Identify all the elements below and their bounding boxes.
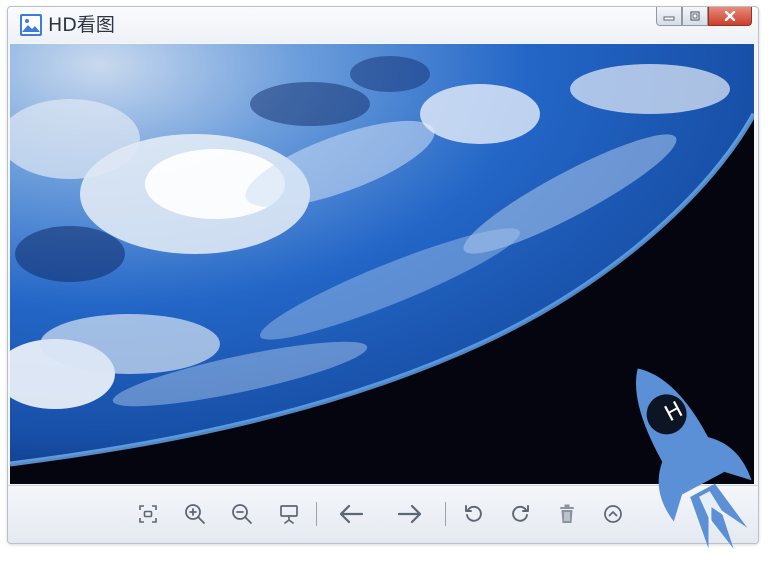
- restore-button[interactable]: [682, 7, 708, 26]
- fit-screen-button[interactable]: [134, 500, 162, 528]
- rotate-left-button[interactable]: [460, 500, 488, 528]
- close-button[interactable]: [708, 7, 752, 26]
- arrow-right-icon: [397, 504, 422, 524]
- rotate-right-icon: [512, 505, 529, 522]
- rotate-right-button[interactable]: [506, 500, 534, 528]
- image-app-icon: [20, 14, 42, 36]
- slideshow-icon: [280, 505, 298, 524]
- window-title: HD看图: [48, 14, 115, 36]
- delete-button[interactable]: [553, 500, 581, 528]
- trash-icon: [560, 504, 574, 523]
- chevron-up-icon: [604, 505, 622, 523]
- minimize-button[interactable]: [656, 7, 682, 26]
- toolbar-separator: [445, 502, 446, 526]
- zoom-out-button[interactable]: [228, 500, 256, 528]
- slideshow-button[interactable]: [275, 500, 303, 528]
- zoom-in-icon: [185, 504, 205, 524]
- toolbar-separator: [316, 502, 317, 526]
- zoom-in-button[interactable]: [181, 500, 209, 528]
- previous-button[interactable]: [337, 500, 365, 528]
- rotate-left-icon: [465, 505, 482, 522]
- close-icon: [724, 11, 736, 21]
- window-controls: [656, 7, 752, 27]
- minimize-icon: [663, 16, 675, 21]
- fit-screen-icon: [139, 505, 157, 523]
- next-button[interactable]: [396, 500, 424, 528]
- zoom-out-icon: [232, 504, 252, 524]
- rocket-logo: H: [635, 368, 752, 549]
- title-bar[interactable]: HD看图: [8, 7, 758, 43]
- restore-icon: [690, 11, 700, 21]
- more-button[interactable]: [599, 500, 627, 528]
- arrow-left-icon: [339, 504, 364, 524]
